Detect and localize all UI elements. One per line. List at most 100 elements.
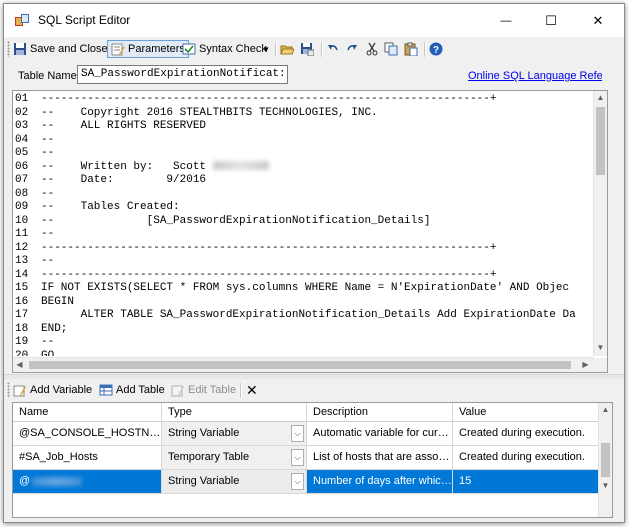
app-icon bbox=[15, 14, 29, 26]
cell-type[interactable]: String Variable ⌵ bbox=[162, 470, 307, 493]
code-line[interactable]: 16 BEGIN bbox=[13, 296, 594, 310]
code-line[interactable]: 13 -- bbox=[13, 255, 594, 269]
grid-scroll-thumb[interactable] bbox=[601, 443, 610, 477]
code-text[interactable]: -- bbox=[41, 134, 54, 148]
redo-button[interactable] bbox=[345, 40, 359, 58]
code-text[interactable]: GO bbox=[41, 350, 54, 357]
code-line[interactable]: 14 --------------------------------------… bbox=[13, 269, 594, 283]
code-text-area[interactable]: 01 --------------------------------------… bbox=[13, 93, 594, 356]
code-editor[interactable]: 01 --------------------------------------… bbox=[12, 90, 608, 373]
table-row-selected[interactable]: @ String Variable ⌵ Number of days after… bbox=[13, 470, 599, 494]
scroll-down-icon[interactable]: ▼ bbox=[594, 343, 607, 352]
column-header-value[interactable]: Value bbox=[453, 403, 599, 421]
code-line[interactable]: 19 -- bbox=[13, 336, 594, 350]
paste-button[interactable] bbox=[404, 40, 418, 58]
code-text[interactable]: BEGIN bbox=[41, 296, 74, 310]
table-row[interactable]: @SA_CONSOLE_HOSTNAME String Variable ⌵ A… bbox=[13, 422, 599, 446]
code-line[interactable]: 09 -- Tables Created: bbox=[13, 201, 594, 215]
code-text[interactable]: ----------------------------------------… bbox=[41, 242, 496, 256]
cell-value[interactable]: Created during execution. bbox=[453, 422, 599, 445]
code-line[interactable]: 17 ALTER TABLE SA_PasswordExpirationNoti… bbox=[13, 309, 594, 323]
code-text[interactable]: -- Date: 9/2016 bbox=[41, 174, 206, 188]
code-text[interactable]: ALTER TABLE SA_PasswordExpirationNotific… bbox=[41, 309, 576, 323]
code-line[interactable]: 15 IF NOT EXISTS(SELECT * FROM sys.column… bbox=[13, 282, 594, 296]
column-header-type[interactable]: Type bbox=[162, 403, 307, 421]
add-table-button[interactable]: Add Table bbox=[99, 382, 165, 398]
minimize-button[interactable]: — bbox=[484, 4, 528, 37]
cell-name[interactable]: #SA_Job_Hosts bbox=[13, 446, 162, 469]
code-line[interactable]: 10 -- [SA_PasswordExpirationNotification_… bbox=[13, 215, 594, 229]
code-line[interactable]: 05 -- bbox=[13, 147, 594, 161]
code-line[interactable]: 11 -- bbox=[13, 228, 594, 242]
scroll-up-icon[interactable]: ▲ bbox=[599, 405, 612, 414]
editor-scroll-thumb[interactable] bbox=[596, 107, 605, 175]
editor-horizontal-scrollbar[interactable]: ◀ ▶ bbox=[13, 357, 594, 372]
add-variable-button[interactable]: Add Variable bbox=[13, 382, 92, 398]
help-button[interactable]: ? bbox=[429, 40, 443, 58]
cell-type[interactable]: Temporary Table ⌵ bbox=[162, 446, 307, 469]
save-as-button[interactable] bbox=[300, 40, 314, 58]
cell-name[interactable]: @ bbox=[13, 470, 162, 493]
chevron-down-icon[interactable]: ⌵ bbox=[291, 425, 304, 442]
column-header-name[interactable]: Name bbox=[13, 403, 162, 421]
chevron-down-icon[interactable]: ⌵ bbox=[291, 449, 304, 466]
close-button[interactable]: ✕ bbox=[576, 4, 620, 37]
code-text[interactable]: -- bbox=[41, 336, 54, 350]
code-text[interactable]: -- ALL RIGHTS RESERVED bbox=[41, 120, 206, 134]
scroll-down-icon[interactable]: ▼ bbox=[599, 481, 612, 490]
undo-button[interactable] bbox=[326, 40, 340, 58]
scroll-left-icon[interactable]: ◀ bbox=[13, 360, 26, 369]
parameters-button[interactable]: Parameters bbox=[107, 40, 189, 58]
cell-type[interactable]: String Variable ⌵ bbox=[162, 422, 307, 445]
editor-hscroll-thumb[interactable] bbox=[29, 361, 571, 369]
scroll-right-icon[interactable]: ▶ bbox=[579, 360, 592, 369]
cell-description[interactable]: List of hosts that are associated ... bbox=[307, 446, 453, 469]
code-line[interactable]: 20 GO bbox=[13, 350, 594, 357]
table-name-input[interactable]: SA_PasswordExpirationNotificat: bbox=[77, 65, 288, 84]
code-text[interactable]: END; bbox=[41, 323, 67, 337]
cell-name[interactable]: @SA_CONSOLE_HOSTNAME bbox=[13, 422, 162, 445]
code-text[interactable]: -- bbox=[41, 255, 54, 269]
syntax-check-button[interactable]: Syntax Check bbox=[182, 40, 267, 58]
code-line[interactable]: 07 -- Date: 9/2016 bbox=[13, 174, 594, 188]
scroll-up-icon[interactable]: ▲ bbox=[594, 93, 607, 102]
grid-vertical-scrollbar[interactable]: ▲ ▼ bbox=[598, 403, 612, 517]
syntax-check-dropdown[interactable]: ▾ bbox=[264, 40, 269, 58]
code-text[interactable]: -- Tables Created: bbox=[41, 201, 180, 215]
edit-table-button[interactable]: Edit Table bbox=[171, 382, 236, 398]
cut-button[interactable] bbox=[365, 40, 379, 58]
code-line[interactable]: 06 -- Written by: Scott bbox=[13, 160, 594, 175]
cell-description[interactable]: Number of days after which a pa... bbox=[307, 470, 453, 493]
editor-vertical-scrollbar[interactable]: ▲ ▼ bbox=[593, 91, 607, 356]
code-text[interactable]: ----------------------------------------… bbox=[41, 93, 496, 107]
code-line[interactable]: 01 --------------------------------------… bbox=[13, 93, 594, 107]
code-text[interactable]: -- bbox=[41, 147, 54, 161]
code-text[interactable]: -- [SA_PasswordExpirationNotification_De… bbox=[41, 215, 430, 229]
toolbar-grip[interactable] bbox=[7, 382, 10, 398]
code-text[interactable]: -- bbox=[41, 228, 54, 242]
open-file-button[interactable] bbox=[280, 40, 294, 58]
code-line[interactable]: 08 -- bbox=[13, 188, 594, 202]
cell-description[interactable]: Automatic variable for current co... bbox=[307, 422, 453, 445]
sql-reference-link[interactable]: Online SQL Language Referenc bbox=[468, 70, 602, 82]
chevron-down-icon[interactable]: ⌵ bbox=[291, 473, 304, 490]
code-line[interactable]: 18 END; bbox=[13, 323, 594, 337]
copy-button[interactable] bbox=[384, 40, 398, 58]
code-line[interactable]: 04 -- bbox=[13, 134, 594, 148]
code-text[interactable]: ----------------------------------------… bbox=[41, 269, 496, 283]
code-text[interactable]: -- Copyright 2016 STEALTHBITS TECHNOLOGI… bbox=[41, 107, 378, 121]
code-text[interactable]: -- bbox=[41, 188, 54, 202]
cell-value[interactable]: Created during execution. bbox=[453, 446, 599, 469]
column-header-description[interactable]: Description bbox=[307, 403, 453, 421]
maximize-button[interactable]: ☐ bbox=[529, 4, 573, 37]
code-text[interactable]: -- Written by: Scott bbox=[41, 161, 213, 175]
code-line[interactable]: 03 -- ALL RIGHTS RESERVED bbox=[13, 120, 594, 134]
table-row[interactable]: #SA_Job_Hosts Temporary Table ⌵ List of … bbox=[13, 446, 599, 470]
delete-button[interactable]: ✕ bbox=[246, 382, 258, 398]
code-line[interactable]: 02 -- Copyright 2016 STEALTHBITS TECHNOLO… bbox=[13, 107, 594, 121]
code-text[interactable]: IF NOT EXISTS(SELECT * FROM sys.columns … bbox=[41, 282, 569, 296]
toolbar-grip[interactable] bbox=[7, 41, 10, 57]
save-and-close-button[interactable]: Save and Close bbox=[13, 40, 108, 58]
code-line[interactable]: 12 --------------------------------------… bbox=[13, 242, 594, 256]
cell-value[interactable]: 15 bbox=[453, 470, 599, 493]
